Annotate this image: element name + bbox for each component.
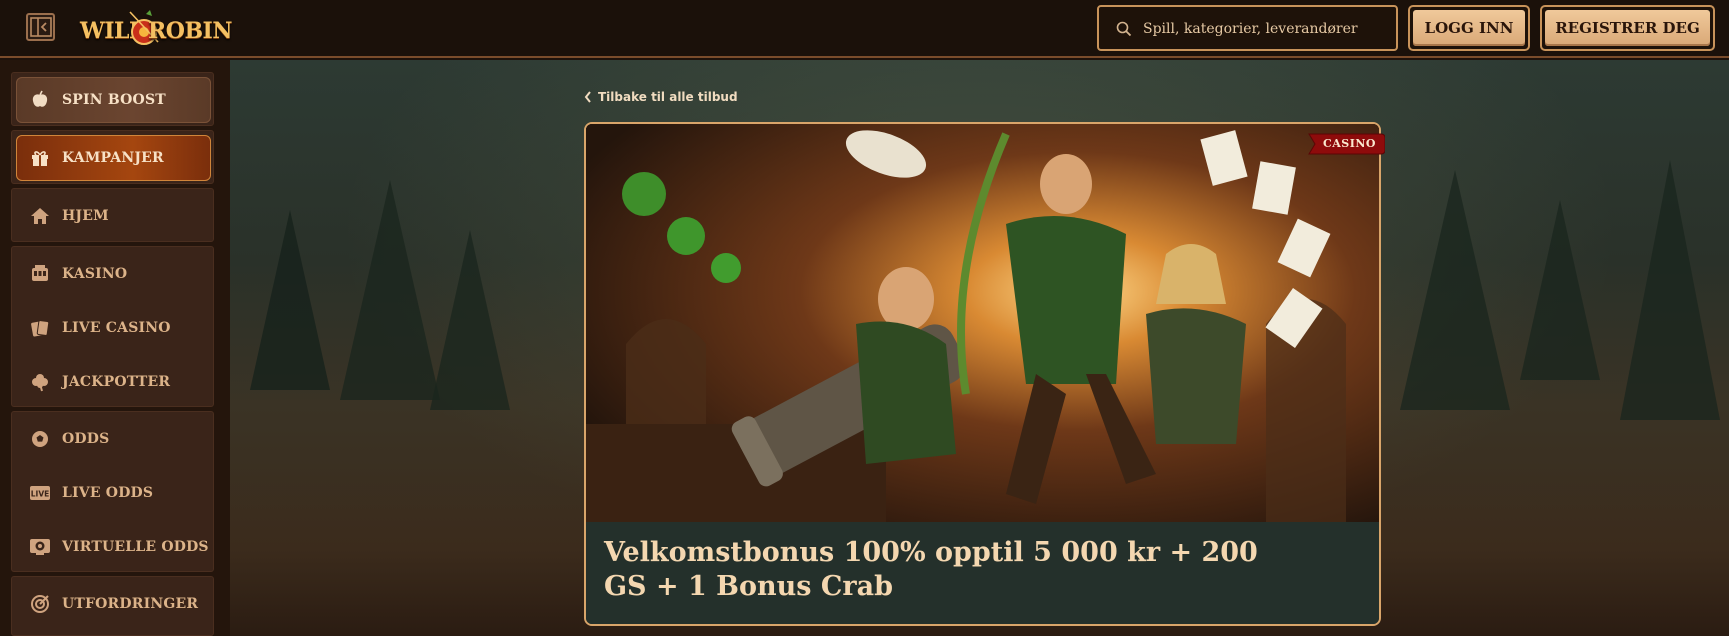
clover-icon — [29, 371, 51, 393]
apple-icon — [29, 89, 51, 111]
sidebar-item-live-casino[interactable]: LIVE CASINO — [12, 301, 215, 355]
sidebar-item-label: LIVE CASINO — [62, 320, 171, 336]
back-link-label: Tilbake til alle tilbud — [598, 90, 738, 104]
sidebar-item-hjem[interactable]: HJEM — [12, 189, 215, 243]
home-icon — [29, 205, 51, 227]
offer-hero-image — [586, 124, 1379, 522]
search-input[interactable] — [1143, 17, 1393, 41]
login-button[interactable]: LOGG INN — [1408, 5, 1530, 51]
offer-card[interactable]: Velkomstbonus 100% opptil 5 000 kr + 200… — [584, 122, 1381, 626]
badge-label: CASINO — [1323, 137, 1377, 150]
slot-machine-icon — [29, 263, 51, 285]
collapse-sidebar-icon — [30, 17, 52, 37]
sidebar-item-utfordringer[interactable]: UTFORDRINGER — [12, 577, 215, 631]
target-icon — [29, 593, 51, 615]
sidebar-item-label: VIRTUELLE ODDS — [62, 539, 209, 555]
sidebar-item-label: UTFORDRINGER — [62, 596, 199, 612]
sidebar-item-label: JACKPOTTER — [62, 374, 171, 390]
background-tree — [430, 230, 510, 410]
sidebar-group-casino: KASINO LIVE CASINO JACKPOTTER — [11, 246, 214, 407]
svg-text:LIVE: LIVE — [31, 490, 50, 499]
sidebar-item-jackpotter[interactable]: JACKPOTTER — [12, 355, 215, 409]
sidebar-item-virtuelle-odds[interactable]: VIRTUELLE ODDS — [12, 520, 215, 574]
casino-badge: CASINO — [1303, 132, 1385, 156]
offer-title: Velkomstbonus 100% opptil 5 000 kr + 200… — [604, 537, 1258, 602]
ball-icon — [29, 428, 51, 450]
virtual-ball-icon — [29, 536, 51, 558]
sidebar-item-label: HJEM — [62, 208, 109, 224]
sidebar-item-live-odds[interactable]: LIVE LIVE ODDS — [12, 466, 215, 520]
background-tree — [1400, 170, 1510, 410]
live-icon: LIVE — [29, 482, 51, 504]
sidebar-item-odds[interactable]: ODDS — [12, 412, 215, 466]
sidebar-item-kasino[interactable]: KASINO — [12, 247, 215, 301]
background-tree — [1520, 200, 1600, 380]
register-button-label: REGISTRER DEG — [1545, 10, 1710, 46]
sidebar-group-home: HJEM — [11, 188, 214, 242]
sidebar-item-label: SPIN BOOST — [62, 92, 166, 108]
top-header: WILD ROBIN LOGG INN REGISTRER DEG — [0, 0, 1729, 58]
site-logo[interactable]: WILD ROBIN — [80, 6, 235, 52]
background-tree — [250, 210, 330, 390]
sidebar-group-kampanjer: KAMPANJER — [11, 130, 214, 184]
login-button-label: LOGG INN — [1413, 10, 1525, 46]
register-button[interactable]: REGISTRER DEG — [1540, 5, 1715, 51]
logo-text-robin: ROBIN — [148, 18, 232, 44]
sidebar: SPIN BOOST KAMPANJER HJEM KASINO LIVE CA… — [0, 60, 230, 636]
background-tree — [340, 180, 440, 400]
sidebar-group-spin-boost: SPIN BOOST — [11, 72, 214, 126]
offer-card-footer: Velkomstbonus 100% opptil 5 000 kr + 200… — [586, 522, 1379, 624]
gift-icon — [29, 147, 51, 169]
back-to-offers-link[interactable]: Tilbake til alle tilbud — [584, 88, 738, 106]
cards-icon — [29, 317, 51, 339]
sidebar-item-label: KASINO — [62, 266, 128, 282]
sidebar-item-label: KAMPANJER — [62, 150, 164, 166]
sidebar-group-challenges: UTFORDRINGER — [11, 576, 214, 636]
sidebar-toggle-button[interactable] — [26, 13, 55, 41]
sidebar-item-kampanjer[interactable]: KAMPANJER — [12, 131, 215, 185]
search-icon — [1116, 21, 1132, 37]
background-tree — [1620, 160, 1720, 420]
sidebar-item-label: ODDS — [62, 431, 110, 447]
search-box[interactable] — [1097, 5, 1398, 51]
chevron-left-icon — [584, 91, 591, 103]
sidebar-item-spin-boost[interactable]: SPIN BOOST — [12, 73, 215, 127]
sidebar-item-label: LIVE ODDS — [62, 485, 154, 501]
sidebar-group-odds: ODDS LIVE LIVE ODDS VIRTUELLE ODDS — [11, 411, 214, 572]
